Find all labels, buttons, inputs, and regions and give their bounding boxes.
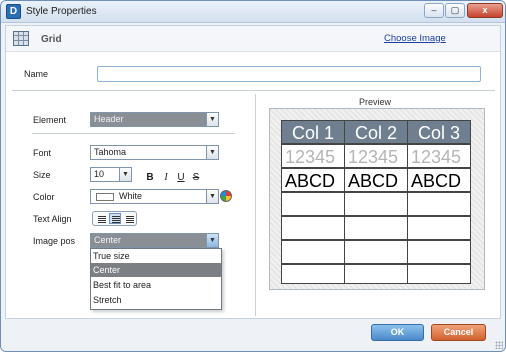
size-label: Size: [33, 170, 51, 180]
grid-icon: [13, 31, 29, 46]
dialog-footer: [1, 321, 505, 351]
dropdown-option-true-size[interactable]: True size: [91, 249, 221, 263]
font-value: Tahoma: [94, 147, 127, 157]
vertical-divider: [255, 94, 256, 316]
preview-cell: ABCD: [281, 168, 345, 192]
section-header: Grid Choose Image: [6, 26, 500, 52]
preview-cell: 12345: [281, 144, 345, 168]
preview-cell: [344, 192, 408, 216]
align-left-button[interactable]: [95, 213, 107, 224]
color-palette-icon[interactable]: [220, 190, 232, 202]
image-pos-select[interactable]: Center ▼: [90, 233, 219, 248]
color-value: White: [119, 191, 143, 201]
image-pos-value: Center: [94, 235, 122, 245]
ok-button[interactable]: OK: [371, 324, 424, 341]
underline-button[interactable]: U: [175, 172, 187, 184]
preview-cell: [344, 240, 408, 264]
preview-cell: [281, 240, 345, 264]
dropdown-option-center[interactable]: Center: [91, 263, 221, 277]
chevron-down-icon: ▼: [206, 190, 218, 203]
chevron-down-icon: ▼: [206, 113, 218, 126]
preview-cell: 12345: [407, 144, 471, 168]
align-center-icon: [112, 216, 120, 223]
font-select[interactable]: Tahoma ▼: [90, 145, 219, 160]
preview-cell: [281, 192, 345, 216]
preview-cell: [344, 216, 408, 240]
align-center-button[interactable]: [109, 213, 121, 224]
strikethrough-button[interactable]: S: [190, 172, 202, 184]
preview-header-cell: Col 1: [281, 120, 345, 144]
preview-label: Preview: [359, 97, 392, 107]
image-pos-label: Image pos: [33, 236, 76, 246]
preview-cell: [407, 216, 471, 240]
preview-header-cell: Col 2: [344, 120, 408, 144]
preview-cell: [407, 264, 471, 284]
minimize-button[interactable]: –: [424, 3, 444, 18]
style-properties-dialog: D Style Properties – ▢ x Grid Choose Ima…: [0, 0, 506, 352]
name-input[interactable]: [97, 66, 481, 82]
choose-image-link[interactable]: Choose Image: [384, 33, 446, 44]
chevron-down-icon: ▼: [206, 234, 218, 247]
dropdown-option-stretch[interactable]: Stretch: [91, 293, 221, 307]
color-swatch: [96, 193, 114, 201]
bold-button[interactable]: B: [144, 172, 156, 184]
divider: [32, 133, 235, 134]
align-right-icon: [126, 216, 134, 223]
dialog-body: Grid Choose Image Name Element Header ▼ …: [5, 25, 501, 319]
preview-cell: ABCD: [407, 168, 471, 192]
name-label: Name: [24, 69, 49, 79]
align-left-icon: [98, 216, 106, 223]
size-value: 10: [94, 169, 105, 179]
close-button[interactable]: x: [467, 3, 503, 18]
preview-cell: [281, 216, 345, 240]
image-pos-dropdown: True size Center Best fit to area Stretc…: [90, 248, 222, 310]
preview-cell: [407, 240, 471, 264]
chevron-down-icon: ▼: [206, 146, 218, 159]
font-label: Font: [33, 148, 52, 158]
text-align-label: Text Align: [33, 214, 72, 224]
text-align-group: [92, 211, 137, 226]
window-title: Style Properties: [26, 6, 97, 17]
chevron-down-icon: ▼: [119, 168, 131, 181]
preview-cell: 12345: [344, 144, 408, 168]
preview-cell: [281, 264, 345, 284]
align-right-button[interactable]: [123, 213, 135, 224]
color-label: Color: [33, 192, 55, 202]
dropdown-option-best-fit[interactable]: Best fit to area: [91, 278, 221, 292]
preview-header-cell: Col 3: [407, 120, 471, 144]
element-label: Element: [33, 115, 67, 125]
preview-cell: [407, 192, 471, 216]
section-title: Grid: [41, 34, 62, 45]
title-bar[interactable]: D Style Properties – ▢ x: [1, 1, 505, 23]
color-select[interactable]: White ▼: [90, 189, 219, 204]
preview-cell: ABCD: [344, 168, 408, 192]
divider: [12, 90, 495, 91]
element-value: Header: [94, 114, 124, 124]
maximize-button[interactable]: ▢: [445, 3, 465, 18]
element-select[interactable]: Header ▼: [90, 112, 219, 127]
app-logo-icon: D: [6, 4, 21, 19]
italic-button[interactable]: I: [160, 172, 172, 184]
preview-cell: [344, 264, 408, 284]
size-select[interactable]: 10 ▼: [90, 167, 132, 182]
cancel-button[interactable]: Cancel: [431, 324, 486, 341]
resize-grip-icon[interactable]: [495, 341, 503, 349]
